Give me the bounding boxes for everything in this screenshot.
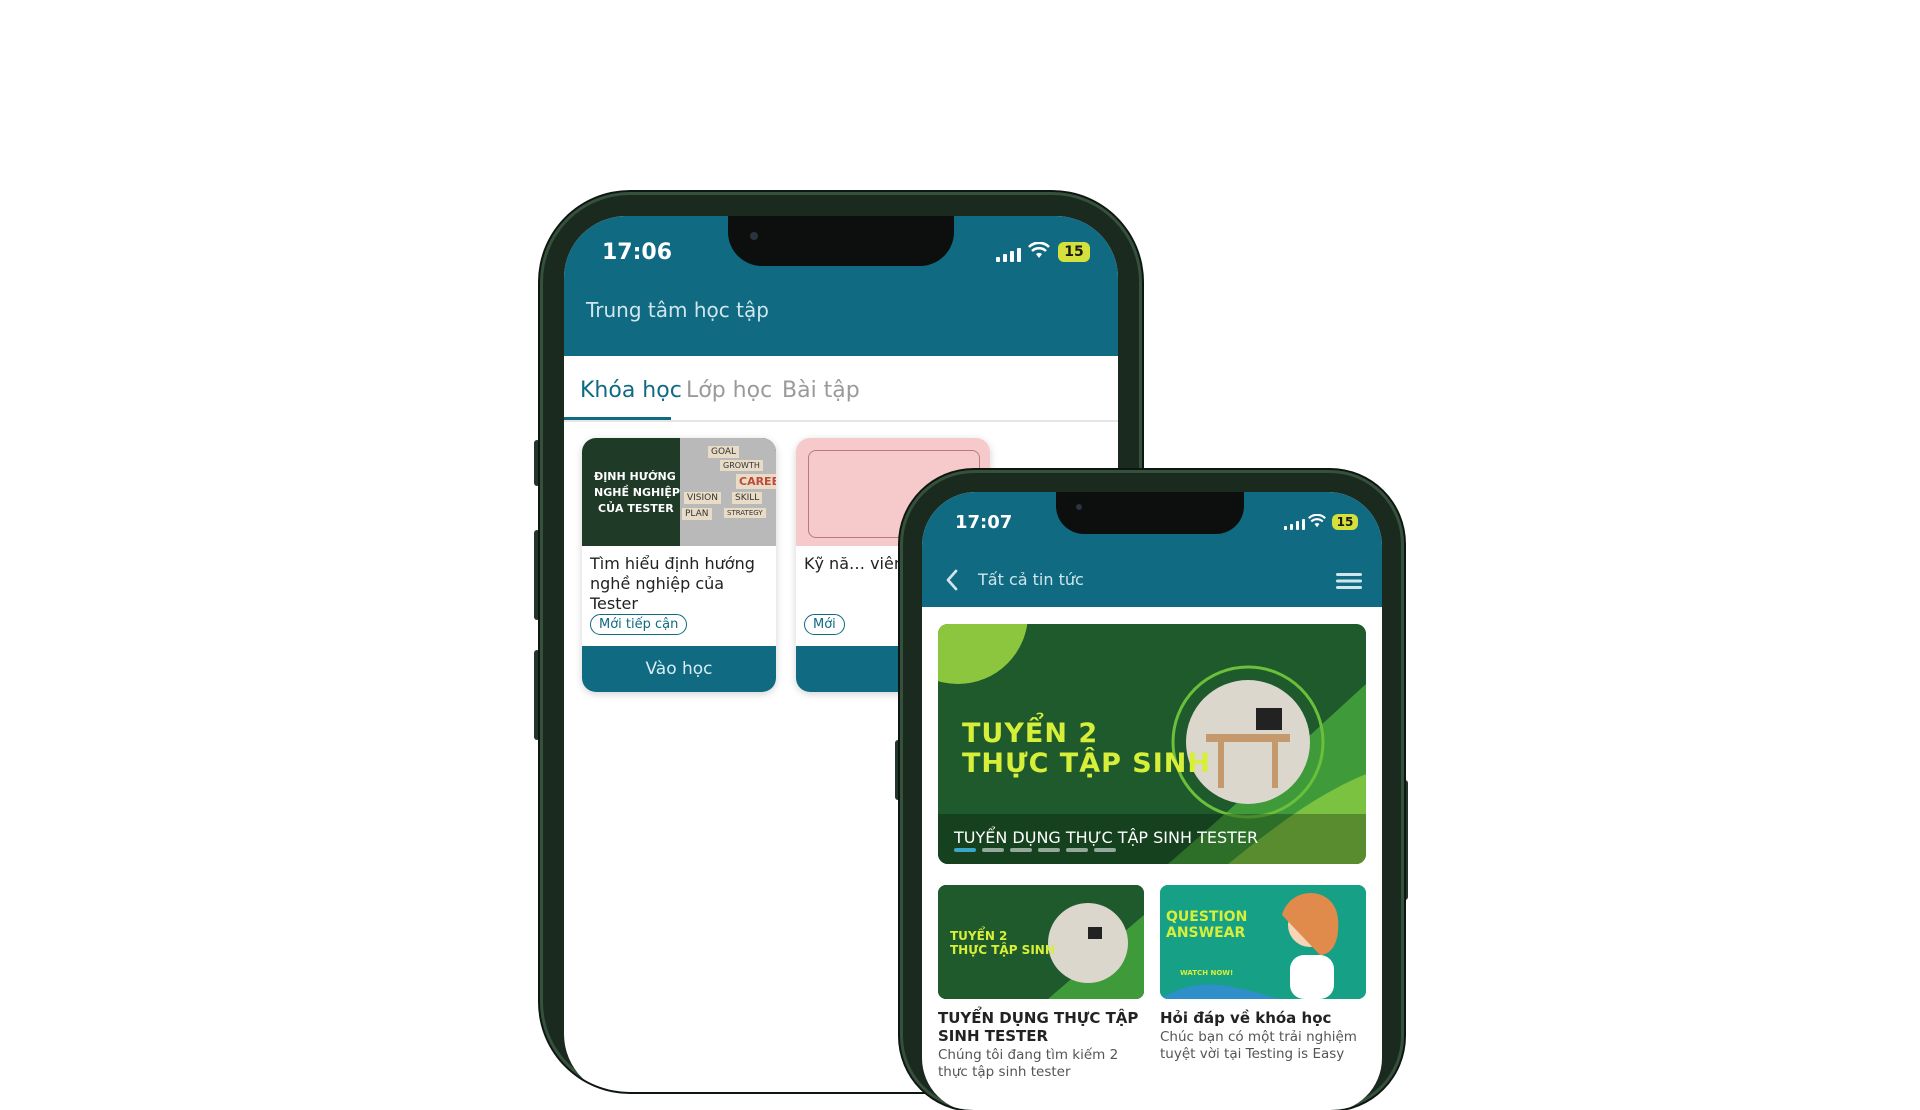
banner-title-line-1: TUYỂN 2 [962,718,1099,749]
camera-icon [1076,504,1082,510]
course-card[interactable]: GOAL GROWTH CAREE SKILL VISION PLAN STRA… [582,438,776,692]
word-block: GOAL [708,446,740,458]
word-block: PLAN [682,508,712,520]
tab-active-indicator [564,417,671,420]
signal-icon [1284,518,1305,530]
news-description: Chúc bạn có một trải nghiệm tuyệt vời tạ… [1160,1029,1357,1062]
thumbnail-line-2: NGHỀ NGHIỆP [594,486,680,499]
thumbnail-line-2: ANSWEAR [1166,925,1246,941]
level-badge: Mới tiếp cận [590,614,688,635]
battery-indicator: 15 [1058,242,1090,262]
start-learning-button[interactable]: Vào học [582,646,776,692]
tab-khoa-hoc[interactable]: Khóa học [580,378,682,403]
camera-icon [750,232,758,240]
back-arrow-icon[interactable] [944,568,960,592]
phone-front-screen: 17:07 15 Tất cả tin tức TUYỂN 2 THỰC TẬP… [922,492,1382,1110]
wifi-icon [1308,514,1326,528]
status-time: 17:07 [955,512,1013,533]
carousel-indicator[interactable] [954,848,1116,852]
wifi-icon [1028,242,1050,258]
word-block: SKILL [732,492,763,504]
header-title: Trung tâm học tập [586,298,769,322]
thumbnail-line-1: ĐỊNH HƯỚNG [594,470,676,483]
word-block: CAREE [736,474,776,489]
news-title: TUYỂN DỤNG THỰC TẬP SINH TESTER [938,1009,1139,1045]
news-thumbnail: QUESTION ANSWEAR WATCH NOW! [1160,885,1366,999]
thumbnail-subline: WATCH NOW! [1180,969,1234,977]
thumbnail-line-1: QUESTION [1166,909,1248,925]
notch [728,216,954,266]
featured-news-banner[interactable]: TUYỂN 2 THỰC TẬP SINH TUYỂN DỤNG THỰC TẬ… [938,624,1366,864]
status-time: 17:06 [602,240,673,265]
thumbnail-line-3: CỦA TESTER [598,502,674,515]
banner-caption: TUYỂN DỤNG THỰC TẬP SINH TESTER [954,828,1259,847]
news-thumbnail: TUYỂN 2 THỰC TẬP SINH [938,885,1144,999]
banner-title-line-2: THỰC TẬP SINH [962,748,1211,779]
signal-icon [996,246,1021,262]
thumbnail-line-2: THỰC TẬP SINH [950,943,1055,957]
tab-bai-tap[interactable]: Bài tập [782,378,860,403]
news-title: Hỏi đáp về khóa học [1160,1009,1332,1027]
course-thumbnail: GOAL GROWTH CAREE SKILL VISION PLAN STRA… [582,438,776,546]
news-item[interactable]: TUYỂN 2 THỰC TẬP SINH TUYỂN DỤNG THỰC TẬ… [938,885,1144,1110]
word-block: STRATEGY [724,508,766,518]
news-description: Chúng tôi đang tìm kiếm 2 thực tập sinh … [938,1047,1119,1080]
header-title: Tất cả tin tức [978,570,1084,589]
notch [1056,492,1244,534]
word-blocks-image: GOAL GROWTH CAREE SKILL VISION PLAN STRA… [680,438,776,546]
thumbnail-line-1: TUYỂN 2 [950,929,1008,943]
phone-front: 17:07 15 Tất cả tin tức TUYỂN 2 THỰC TẬP… [900,470,1404,1110]
news-item[interactable]: QUESTION ANSWEAR WATCH NOW! Hỏi đáp về k… [1160,885,1366,1110]
word-block: VISION [684,492,721,504]
menu-icon[interactable] [1336,572,1362,590]
tab-bar: Khóa học Lớp học Bài tập [564,356,1118,422]
tab-lop-hoc[interactable]: Lớp học [686,378,772,403]
level-badge: Mới [804,614,845,635]
news-thumbnail-graphic [1160,885,1366,999]
word-block: GROWTH [720,460,763,471]
course-title: Tìm hiểu định hướng nghề nghiệp của Test… [590,554,755,613]
battery-indicator: 15 [1332,514,1358,530]
